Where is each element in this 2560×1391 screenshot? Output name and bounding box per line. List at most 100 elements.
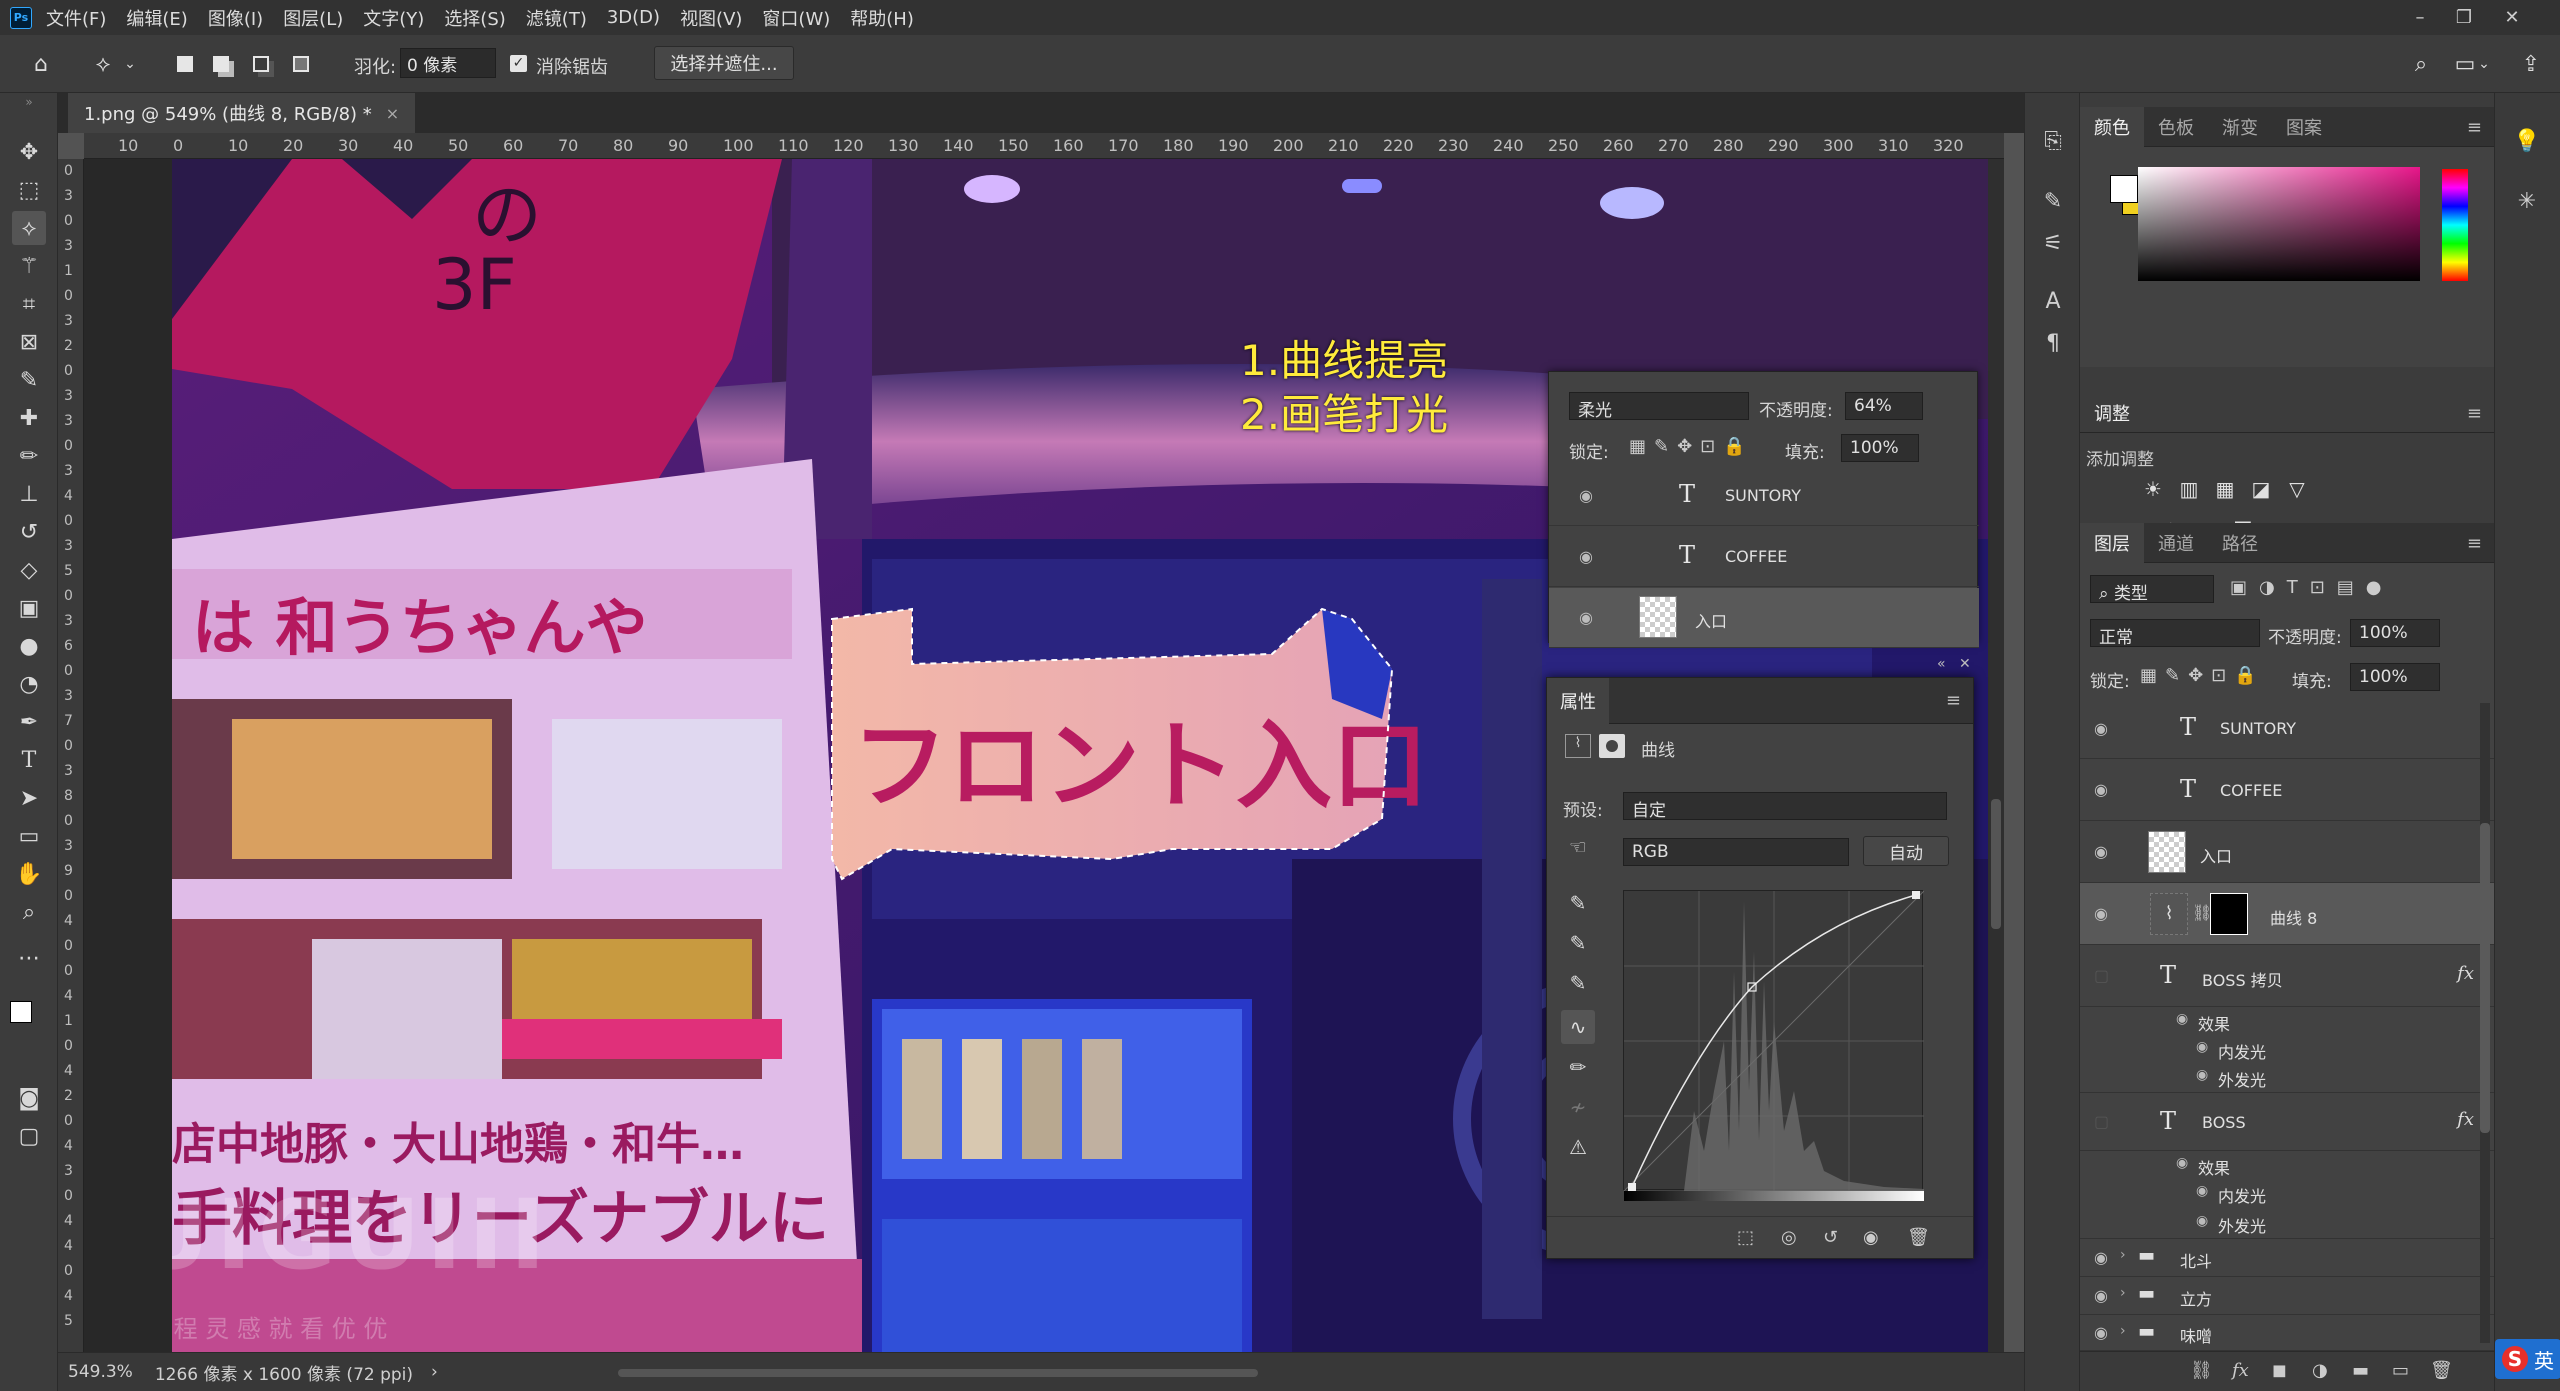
panel-menu-icon[interactable]: ≡ <box>2467 117 2482 138</box>
visibility-eye-icon[interactable]: ◉ <box>2094 1248 2108 1267</box>
expand-chevron-icon[interactable]: › <box>2120 1323 2126 1339</box>
float-layer-row-suntory[interactable]: ◉ T SUNTORY <box>1549 466 1979 526</box>
foreground-swatch[interactable] <box>2110 175 2138 203</box>
panel-menu-icon[interactable]: ≡ <box>1946 690 1961 711</box>
toggle-visibility-icon[interactable]: ◉ <box>1863 1227 1879 1248</box>
float-opacity-input[interactable]: 64% <box>1845 392 1923 420</box>
add-mask-icon[interactable]: ◼ <box>2272 1360 2287 1381</box>
tool-preset-chevron-icon[interactable]: ⌄ <box>122 47 138 81</box>
add-selection-icon[interactable] <box>204 47 238 81</box>
link-layers-icon[interactable]: ⛓ <box>2190 1360 2213 1381</box>
intersect-selection-icon[interactable] <box>284 47 318 81</box>
minimize-button[interactable]: – <box>2398 0 2442 35</box>
eraser-tool-icon[interactable]: ◇ <box>12 553 46 587</box>
auto-button[interactable]: 自动 <box>1863 836 1949 866</box>
visibility-eye-icon[interactable]: ◉ <box>2094 904 2108 923</box>
new-layer-icon[interactable]: ▭ <box>2392 1360 2409 1381</box>
float-layer-row-entrance[interactable]: ◉ 入口 <box>1549 588 1979 648</box>
layers-lock-icons[interactable]: ▦✎✥⊡🔒 <box>2140 665 2265 686</box>
layer-mask-thumbnail[interactable] <box>2210 893 2248 935</box>
type-tool-icon[interactable]: T <box>12 743 46 777</box>
layers-fill-input[interactable]: 100% <box>2350 663 2440 691</box>
panel-menu-icon[interactable]: ≡ <box>2467 403 2482 424</box>
tab-channels[interactable]: 通道 <box>2144 523 2208 563</box>
foreground-color-swatch[interactable] <box>10 1001 32 1023</box>
effects-row[interactable]: ◉ 效果 <box>2080 1151 2494 1179</box>
effect-inner-glow-row[interactable]: ◉ 内发光 <box>2080 1035 2494 1063</box>
layers-opacity-input[interactable]: 100% <box>2350 619 2440 647</box>
tab-paths[interactable]: 路径 <box>2208 523 2272 563</box>
zoom-tool-icon[interactable]: ⌕ <box>12 895 46 929</box>
layers-scroll-thumb[interactable] <box>2480 823 2490 1133</box>
canvas-vertical-scrollbar[interactable] <box>1988 159 2004 1352</box>
eyedropper-white-icon[interactable]: ✎ <box>1561 966 1595 1000</box>
eyedropper-black-icon[interactable]: ✎ <box>1561 886 1595 920</box>
close-tab-icon[interactable]: × <box>386 104 399 123</box>
status-arrow-icon[interactable]: › <box>431 1362 438 1382</box>
hand-tool-icon[interactable]: ✋ <box>12 857 46 891</box>
menu-help[interactable]: 帮助(H) <box>850 5 914 31</box>
select-and-mask-button[interactable]: 选择并遮住... <box>654 46 794 80</box>
effect-outer-glow-row[interactable]: ◉ 外发光 <box>2080 1063 2494 1093</box>
target-adjust-icon[interactable]: ☜ <box>1561 830 1595 864</box>
learn-icon[interactable]: 💡 <box>2509 123 2545 159</box>
photoshop-logo-icon[interactable]: Ps <box>10 6 32 29</box>
layers-scrollbar[interactable] <box>2480 703 2490 1343</box>
mask-icon[interactable] <box>1599 734 1625 758</box>
eyedropper-tool-icon[interactable]: ✎ <box>12 363 46 397</box>
brush-settings-icon[interactable]: ✎ <box>2035 183 2071 219</box>
visibility-eye-icon[interactable]: ◉ <box>1579 486 1593 505</box>
properties-tab[interactable]: 属性 <box>1547 678 1609 724</box>
ime-indicator[interactable]: S 英 <box>2495 1339 2560 1379</box>
clip-to-layer-icon[interactable]: ⬚ <box>1737 1227 1754 1248</box>
rectangle-tool-icon[interactable]: ▭ <box>12 819 46 853</box>
layer-filter-select[interactable]: ⌕ 类型 <box>2090 575 2214 604</box>
layer-row-suntory[interactable]: ◉ T SUNTORY <box>2080 699 2494 759</box>
workspace-chevron-icon[interactable]: ⌄ <box>2476 47 2492 81</box>
visibility-eye-icon[interactable]: ◉ <box>1579 608 1593 627</box>
menu-view[interactable]: 视图(V) <box>680 5 742 31</box>
menu-layer[interactable]: 图层(L) <box>283 5 343 31</box>
effect-outer-glow-row[interactable]: ◉ 外发光 <box>2080 1207 2494 1239</box>
document-tab[interactable]: 1.png @ 549% (曲线 8, RGB/8) * × <box>68 93 416 133</box>
brightness-icon[interactable]: ☀ <box>2140 476 2166 502</box>
color-field[interactable] <box>2138 167 2420 281</box>
libraries-icon[interactable]: ✳ <box>2509 183 2545 219</box>
hidden-eye-icon[interactable]: ▢ <box>2094 1112 2109 1131</box>
share-icon[interactable]: ⇪ <box>2514 47 2548 81</box>
move-tool-icon[interactable]: ✥ <box>12 135 46 169</box>
layers-blend-mode-select[interactable]: 正常 <box>2090 619 2260 648</box>
collapse-tools-icon[interactable]: » <box>12 93 46 111</box>
exposure-icon[interactable]: ◪ <box>2248 476 2274 502</box>
curve-point-icon[interactable]: ∿ <box>1561 1010 1595 1044</box>
layer-effects-icon[interactable]: fx <box>2457 963 2474 984</box>
quick-mask-icon[interactable]: ◙ <box>12 1081 46 1115</box>
new-selection-icon[interactable] <box>168 47 202 81</box>
layer-group-lifang[interactable]: ◉ › ▬ 立方 <box>2080 1277 2494 1315</box>
crop-tool-icon[interactable]: ⌗ <box>12 287 46 321</box>
visibility-eye-icon[interactable]: ◉ <box>2094 719 2108 738</box>
menu-image[interactable]: 图像(I) <box>208 5 263 31</box>
tab-layers[interactable]: 图层 <box>2080 522 2144 563</box>
channel-select[interactable]: RGB <box>1623 838 1849 866</box>
layer-row-boss[interactable]: ▢ T BOSS fx <box>2080 1093 2494 1151</box>
dodge-tool-icon[interactable]: ◔ <box>12 667 46 701</box>
effect-eye-icon[interactable]: ◉ <box>2196 1213 2208 1229</box>
new-adjustment-icon[interactable]: ◑ <box>2312 1360 2328 1381</box>
restore-button[interactable]: ❐ <box>2442 0 2486 35</box>
tab-color[interactable]: 颜色 <box>2080 106 2144 147</box>
search-icon[interactable]: ⌕ <box>2404 47 2438 81</box>
frame-tool-icon[interactable]: ⊠ <box>12 325 46 359</box>
path-selection-tool-icon[interactable]: ➤ <box>12 781 46 815</box>
layer-row-entrance[interactable]: ◉ 入口 <box>2080 821 2494 883</box>
menu-file[interactable]: 文件(F) <box>46 5 106 31</box>
layer-row-boss-copy[interactable]: ▢ T BOSS 拷贝 fx <box>2080 945 2494 1007</box>
menu-filter[interactable]: 滤镜(T) <box>526 5 587 31</box>
effect-eye-icon[interactable]: ◉ <box>2176 1011 2188 1027</box>
delete-layer-icon[interactable]: 🗑 <box>2430 1360 2453 1381</box>
curves-graph[interactable] <box>1623 890 1925 1201</box>
paragraph-icon[interactable]: ¶ <box>2035 325 2071 361</box>
more-tools-icon[interactable]: ⋯ <box>12 941 46 975</box>
add-style-icon[interactable]: fx <box>2232 1360 2249 1381</box>
tab-gradients[interactable]: 渐变 <box>2208 107 2272 147</box>
